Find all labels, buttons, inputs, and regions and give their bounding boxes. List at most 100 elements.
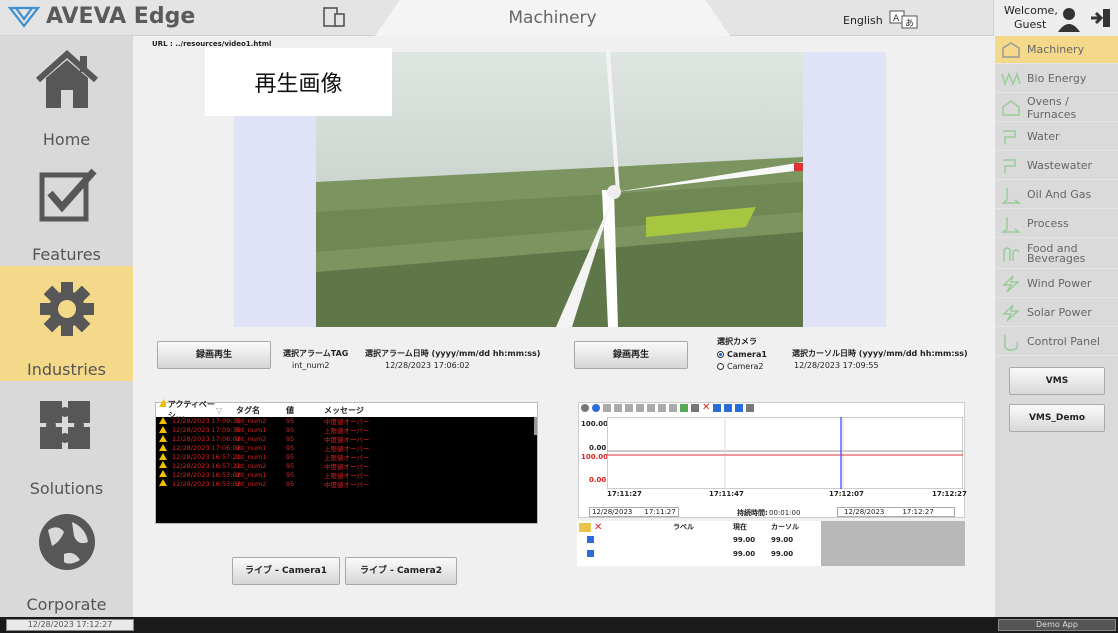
remove-icon[interactable]: ✕ — [591, 522, 605, 533]
column-tag[interactable]: タグ名 — [236, 405, 286, 416]
pen-current: 99.00 — [733, 550, 756, 558]
trend-tool-icon[interactable] — [614, 404, 622, 412]
status-app-name: Demo App — [998, 619, 1116, 631]
industry-item-wastewater[interactable]: Wastewater — [995, 152, 1118, 180]
alarm-tag: int_num2 — [236, 435, 267, 444]
trend-tool-icon[interactable] — [669, 404, 677, 412]
trend-tool-icon[interactable] — [735, 404, 743, 412]
alarm-row[interactable]: 12/28/2023 16:53:02 int_num2 95 中度値オーバー — [156, 479, 537, 489]
start-date-picker[interactable]: 12/28/2023 17:11:27 — [589, 507, 679, 517]
translate-icon: Aあ — [889, 10, 918, 29]
alarm-value: 95 — [286, 453, 295, 461]
alarm-datetime-value: 12/28/2023 17:06:02 — [385, 361, 470, 370]
nav-corporate[interactable]: Corporate — [0, 496, 133, 614]
alarm-datetime-label: 選択アラーム日時 (yyyy/mm/dd hh:mm:ss) — [365, 349, 541, 358]
checkbox-icon — [39, 168, 97, 222]
machinery-icon — [1002, 42, 1020, 58]
cursor-icon[interactable] — [691, 404, 699, 412]
logout-icon[interactable] — [1090, 8, 1112, 28]
alarm-tag: int_num1 — [236, 470, 267, 479]
trend-plot — [607, 417, 963, 489]
pen-checkbox[interactable] — [587, 535, 594, 543]
alarm-table[interactable]: アクティベーシ... ▽ タグ名 値 メッセージ 12/28/2023 17:0… — [155, 399, 538, 524]
delete-icon[interactable]: ✕ — [702, 403, 710, 413]
alarm-tag-label: 選択アラームTAG — [283, 349, 349, 358]
sort-icon[interactable]: ▽ — [216, 406, 236, 415]
user-icon[interactable] — [1056, 6, 1082, 32]
pen-icon[interactable] — [680, 404, 688, 412]
trend-tool-icon[interactable] — [658, 404, 666, 412]
trend-tool-icon[interactable] — [746, 404, 754, 412]
live-camera1-button[interactable]: ライブ - Camera1 — [232, 557, 340, 585]
alarm-value: 95 — [286, 461, 295, 470]
folder-icon[interactable] — [579, 522, 591, 532]
logo-text: AVEVA Edge — [46, 4, 196, 29]
trend-tool-icon[interactable] — [625, 404, 633, 412]
camera-select-label: 選択カメラ — [717, 337, 757, 346]
playback-button-2[interactable]: 録画再生 — [574, 341, 688, 369]
trend-chart[interactable]: ✕ 100.00 0.00 100.00 0.00 17:11:27 17:11… — [578, 402, 967, 518]
pen-grid[interactable]: ✕ ラベル 現在 カーソル 99.00 99.00 99.00 99.00 — [577, 521, 965, 566]
industry-item-wind[interactable]: Wind Power — [995, 270, 1118, 298]
industry-item-process[interactable]: Process — [995, 210, 1118, 238]
live-camera2-button[interactable]: ライブ - Camera2 — [345, 557, 457, 585]
alarm-scrollbar[interactable] — [534, 417, 537, 435]
camera1-radio[interactable]: Camera1 — [717, 349, 767, 360]
trend-tool-icon[interactable] — [724, 404, 732, 412]
language-selector[interactable]: English Aあ — [843, 10, 919, 30]
process-icon — [1001, 217, 1021, 233]
column-value[interactable]: 値 — [286, 405, 324, 416]
industry-item-solar[interactable]: Solar Power — [995, 299, 1118, 327]
pen-checkbox[interactable] — [587, 549, 594, 557]
warning-icon — [156, 425, 172, 435]
y1-top-label: 100.00 — [581, 420, 609, 428]
industry-item-machinery[interactable]: Machinery — [995, 36, 1118, 64]
duration-value: 00:01:00 — [769, 509, 801, 517]
page-title: Machinery — [508, 8, 597, 28]
trend-tool-icon[interactable] — [581, 404, 589, 412]
trend-tool-icon[interactable] — [713, 404, 721, 412]
vms-button[interactable]: VMS — [1009, 367, 1105, 395]
warning-icon — [156, 479, 172, 488]
nav-features[interactable]: Features — [0, 151, 133, 266]
vms-demo-button[interactable]: VMS_Demo — [1009, 404, 1105, 432]
industry-item-control[interactable]: Control Panel — [995, 328, 1118, 356]
time-tick: 17:11:47 — [709, 490, 744, 498]
grid-header-cursor: カーソル — [771, 523, 799, 531]
nav-solutions[interactable]: Solutions — [0, 381, 133, 498]
alarm-time: 12/28/2023 16:53:02 — [172, 479, 241, 488]
industry-label: Bio Energy — [1027, 72, 1087, 85]
alarm-tag: int_num2 — [236, 461, 267, 470]
time-tick: 17:12:27 — [932, 490, 967, 498]
logo: AVEVA Edge — [8, 4, 195, 29]
trend-tool-icon[interactable] — [592, 404, 600, 412]
nav-industries-label: Industries — [27, 360, 106, 379]
alarm-time: 12/28/2023 17:06:02 — [172, 444, 241, 453]
video-caption: 再生画像 — [205, 48, 392, 116]
nav-industries[interactable]: Industries — [0, 266, 133, 381]
industry-label: Food and Beverages — [1027, 241, 1086, 265]
pen-cursor: 99.00 — [771, 550, 794, 558]
alarm-time: 12/28/2023 17:09:35 — [172, 417, 241, 426]
language-label: English — [843, 13, 883, 27]
trend-tool-icon[interactable] — [603, 404, 611, 412]
end-date-picker[interactable]: 12/28/2023 17:12:27 — [837, 507, 955, 517]
industry-item-oil-gas[interactable]: Oil And Gas — [995, 181, 1118, 209]
zoom-out-icon[interactable] — [647, 404, 655, 412]
industry-label: Wastewater — [1027, 159, 1093, 172]
nav-home[interactable]: Home — [0, 36, 133, 151]
camera2-radio[interactable]: Camera2 — [717, 361, 763, 372]
industry-item-bio-energy[interactable]: Bio Energy — [995, 65, 1118, 93]
industry-item-water[interactable]: Water — [995, 123, 1118, 151]
industry-item-food[interactable]: Food and Beverages — [995, 239, 1118, 269]
playback-button-1[interactable]: 録画再生 — [157, 341, 271, 369]
industry-item-ovens[interactable]: Ovens / Furnaces — [995, 94, 1118, 122]
industry-label: Water — [1027, 130, 1060, 143]
column-message[interactable]: メッセージ — [324, 405, 404, 416]
svg-text:A: A — [893, 14, 900, 24]
start-date: 12/28/2023 — [592, 508, 633, 516]
device-icon[interactable] — [322, 6, 346, 31]
bio-energy-icon — [1001, 71, 1021, 87]
zoom-in-icon[interactable] — [636, 404, 644, 412]
aveva-logo-icon — [8, 6, 40, 28]
